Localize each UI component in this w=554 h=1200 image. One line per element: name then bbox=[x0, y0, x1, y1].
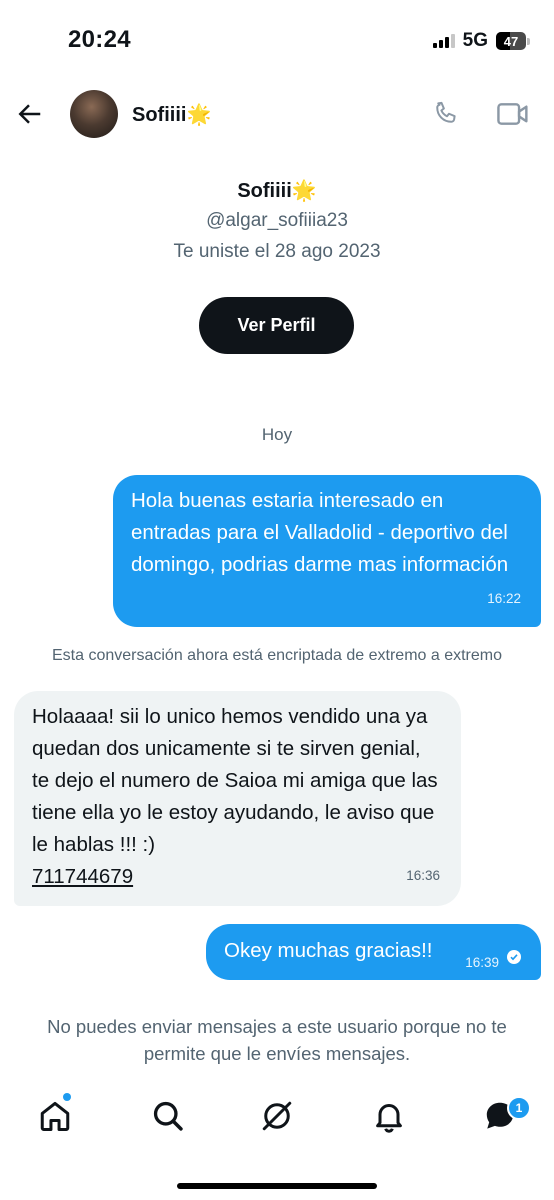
encryption-notice: Esta conversación ahora está encriptada … bbox=[51, 647, 503, 664]
blocked-notice: No puedes enviar mensajes a este usuario… bbox=[47, 1016, 507, 1064]
home-notification-dot bbox=[63, 1093, 71, 1101]
message-time: 16:22 bbox=[487, 591, 521, 606]
bell-icon[interactable] bbox=[371, 1098, 407, 1134]
message-bubble-outgoing[interactable]: Okey muchas gracias!! 16:39 bbox=[206, 924, 541, 980]
messages-badge: 1 bbox=[507, 1096, 531, 1120]
day-separator: Hoy bbox=[261, 425, 293, 444]
home-indicator bbox=[177, 1183, 377, 1189]
status-indicators: 5G 47 bbox=[432, 30, 530, 52]
video-icon[interactable] bbox=[496, 100, 530, 128]
header-contact-name[interactable]: Sofiiii🌟 bbox=[132, 102, 211, 127]
profile-name: Sofiiii🌟 bbox=[237, 180, 317, 202]
status-time: 20:24 bbox=[68, 26, 131, 53]
phone-number-link[interactable]: 711744679 bbox=[32, 865, 133, 888]
search-icon[interactable] bbox=[150, 1098, 186, 1134]
message-bubble-incoming[interactable]: Holaaaa! sii lo unico hemos vendido una … bbox=[14, 691, 461, 906]
profile-joined-date: Te uniste el 28 ago 2023 bbox=[173, 241, 381, 262]
message-text: Hola buenas estaria interesado en entrad… bbox=[131, 489, 509, 576]
message-text: Okey muchas gracias!! bbox=[224, 939, 433, 962]
grok-icon[interactable] bbox=[259, 1098, 295, 1134]
read-receipt-icon bbox=[507, 950, 521, 964]
avatar[interactable] bbox=[70, 90, 118, 138]
message-text: Holaaaa! sii lo unico hemos vendido una … bbox=[32, 705, 438, 856]
message-time: 16:39 bbox=[465, 955, 499, 970]
signal-icon bbox=[432, 34, 455, 48]
battery-level: 47 bbox=[503, 33, 519, 49]
network-label: 5G bbox=[462, 30, 488, 51]
phone-icon[interactable] bbox=[430, 99, 460, 129]
home-icon[interactable] bbox=[37, 1098, 73, 1134]
profile-handle: @algar_sofiiia23 bbox=[206, 210, 348, 231]
view-profile-button[interactable]: Ver Perfil bbox=[199, 297, 354, 354]
message-bubble-outgoing[interactable]: Hola buenas estaria interesado en entrad… bbox=[113, 475, 541, 627]
message-time: 16:36 bbox=[406, 868, 440, 883]
back-arrow-icon[interactable] bbox=[14, 99, 44, 129]
battery-icon: 47 bbox=[496, 32, 530, 50]
